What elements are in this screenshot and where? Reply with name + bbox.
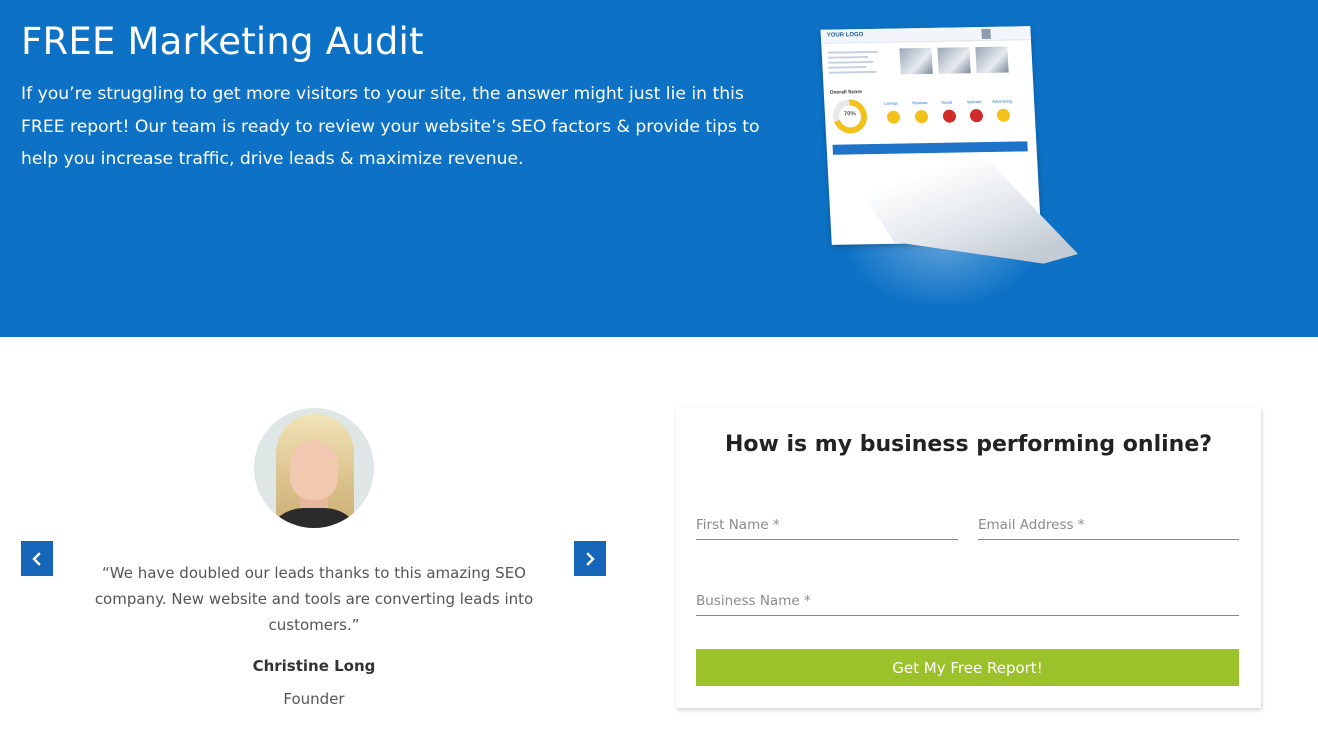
- report-photo: [899, 47, 933, 75]
- testimonial-next-button[interactable]: [574, 541, 606, 576]
- report-grade-badge: [886, 110, 901, 124]
- testimonial-quote: “We have doubled our leads thanks to thi…: [94, 564, 534, 634]
- report-logo: YOUR LOGO: [826, 32, 864, 39]
- report-address-lines: [827, 50, 889, 77]
- testimonial-prev-button[interactable]: [21, 541, 53, 576]
- testimonial-avatar: [254, 408, 374, 528]
- report-request-form: How is my business performing online? Ge…: [676, 408, 1261, 708]
- testimonial-role: Founder: [283, 690, 345, 708]
- business-name-field[interactable]: [696, 586, 1239, 616]
- report-photo: [937, 47, 971, 74]
- chevron-right-icon: [586, 551, 595, 566]
- report-preview-image: YOUR LOGO Overall Score 70% Listings Rev…: [812, 18, 1082, 308]
- report-header: YOUR LOGO: [820, 26, 1031, 44]
- chevron-left-icon: [32, 551, 41, 566]
- report-category: Reviews: [912, 100, 928, 106]
- report-photo: [975, 46, 1009, 74]
- report-grade-badge: [942, 109, 957, 123]
- report-section-bar: [832, 141, 1028, 155]
- report-category: Listings: [884, 100, 899, 106]
- form-title: How is my business performing online?: [725, 432, 1212, 457]
- hero-title: FREE Marketing Audit: [21, 20, 424, 63]
- first-name-field[interactable]: [696, 510, 958, 540]
- hero-description: If you’re struggling to get more visitor…: [21, 84, 760, 169]
- report-category: Social: [941, 99, 953, 105]
- get-report-button[interactable]: Get My Free Report!: [696, 649, 1239, 686]
- email-field[interactable]: [978, 510, 1239, 540]
- report-grade-badge: [969, 109, 984, 123]
- report-grade-badge: [996, 108, 1011, 122]
- report-score-label: Overall Score: [829, 89, 863, 96]
- report-category: Website: [967, 99, 982, 105]
- testimonial-author: Christine Long: [252, 657, 376, 675]
- report-grade-badge: [914, 110, 929, 124]
- report-avatar: [981, 28, 991, 39]
- report-score-value: 70%: [843, 111, 857, 118]
- hero-banner: FREE Marketing Audit If you’re strugglin…: [0, 0, 1318, 337]
- report-category: Advertising: [992, 98, 1013, 104]
